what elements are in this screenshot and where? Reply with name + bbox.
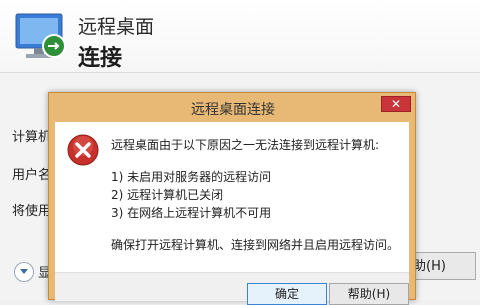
close-button[interactable]: ✕ <box>381 96 411 112</box>
help-button[interactable]: 帮助(H) <box>329 283 409 305</box>
advice-text: 确保打开远程计算机、连接到网络并且启用远程访问。 <box>111 238 400 252</box>
reason-2: 2) 远程计算机已关闭 <box>111 188 224 202</box>
reason-1: 1) 未启用对服务器的远程访问 <box>111 170 272 184</box>
dialog-title: 远程桌面连接 <box>191 102 275 118</box>
button-bar: 确定 帮助(H) <box>55 272 409 305</box>
dialog-body: 远程桌面由于以下原因之一无法连接到远程计算机: 1) 未启用对服务器的远程访问 … <box>55 122 409 305</box>
computer-label: 计算机 <box>12 130 52 145</box>
error-dialog: 远程桌面连接 ✕ 远程桌面由于以下原因之一无法连接到远程计算机: 1) 未启用对… <box>48 92 416 305</box>
reason-3: 3) 在网络上远程计算机不可用 <box>111 206 272 220</box>
ok-button[interactable]: 确定 <box>247 283 327 305</box>
background-title: 远程桌面 <box>78 16 155 38</box>
show-options-icon[interactable] <box>14 262 34 282</box>
error-icon <box>67 134 99 166</box>
remote-desktop-icon <box>15 13 66 58</box>
background-subtitle: 连接 <box>78 46 123 71</box>
will-use-label: 将使用 <box>12 204 52 219</box>
username-label: 用户名 <box>12 168 52 183</box>
background-header: 远程桌面 连接 <box>0 0 480 73</box>
message-intro: 远程桌面由于以下原因之一无法连接到远程计算机: <box>111 138 380 152</box>
